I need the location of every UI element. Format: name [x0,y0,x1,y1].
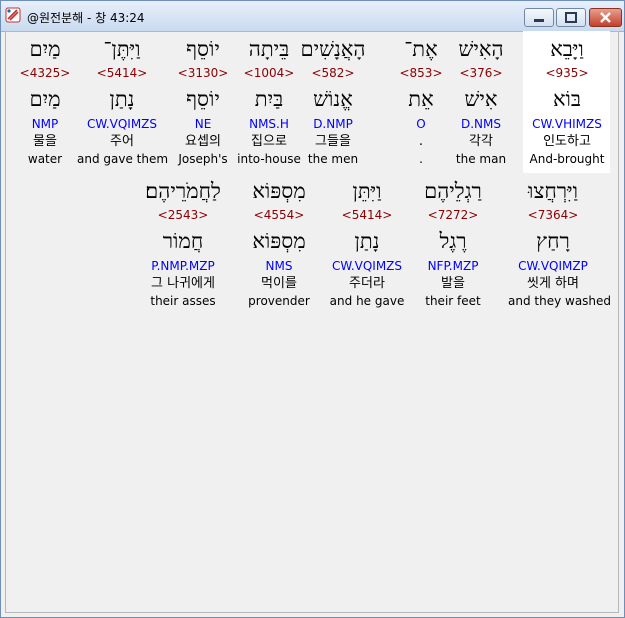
english-gloss: And-brought [529,152,605,166]
hebrew-word: רַגְלֵיהֶם [424,179,482,203]
app-icon [5,7,21,23]
root-word: רֶגֶל [439,229,467,253]
minimize-button[interactable] [524,8,554,27]
maximize-button[interactable] [556,8,586,27]
english-gloss: their feet [425,294,481,308]
root-word: חֲמוֹר [162,229,204,253]
morphology-code: O [416,117,426,131]
korean-gloss: 요셉의 [185,134,221,149]
root-word: נָתַן [354,229,380,253]
morphology-code: NMP [31,117,59,131]
root-word: מִסְפּוֹא [252,229,306,253]
root-word: אֵת [408,87,434,111]
close-button[interactable] [589,8,622,27]
word-cell[interactable]: וַיִּתֵּן <5414> נָתַן CW.VQIMZS 주더라 and he g… [322,175,412,309]
hebrew-word: וַיָּבֵא [550,37,584,61]
korean-gloss: 주어 [110,134,134,149]
korean-gloss: 주더라 [349,276,385,291]
word-cell[interactable]: וַיִּתֶּן־ <5414> נָתַן CW.VQIMZS 주어 and gave… [77,33,169,167]
root-word: נָתַן [109,87,135,111]
english-gloss: Joseph's [178,152,228,166]
morphology-code: CW.VQIMZS [86,117,158,131]
word-cell[interactable]: וַיִּרְחֲצוּ <7364> רָחַץ CW.VQIMZP 씻게 하며 and… [508,175,612,309]
hebrew-word: לַחֲמֹרֵיהֶם׃ [145,179,221,203]
korean-gloss: 발을 [441,276,465,291]
morphology-code: CW.VQIMZP [518,259,588,273]
window-title: @원전분해 - 창 43:24 [27,11,145,25]
hebrew-word: יוֹסֵף [186,37,220,61]
korean-gloss: 씻게 하며 [527,276,579,291]
root-word: בּוֹא [552,87,582,111]
english-gloss: water [27,152,63,166]
strong-number: <4325> [19,66,71,80]
english-gloss: . [419,152,423,166]
morphology-code: P.NMP.MZP [151,259,215,273]
strong-number: <935> [545,66,589,80]
korean-gloss: 그 나귀에게 [151,276,215,291]
strong-number: <5414> [341,208,393,222]
close-icon [600,12,611,23]
minimize-icon [534,19,544,22]
word-cell[interactable]: אֶת־ <853> אֵת O.. [376,33,466,167]
strong-number: <4554> [253,208,305,222]
strong-number: <3130> [177,66,229,80]
korean-gloss: . [418,134,424,149]
korean-gloss: 먹이를 [261,276,297,291]
morphology-code: CW.VHIMZS [532,117,602,131]
korean-gloss: 인도하고 [543,134,591,149]
root-word: מַיִם [29,87,61,111]
word-cell[interactable]: וַיָּבֵא <935> בּוֹא CW.VHIMZS 인도하고 And-broug… [522,33,612,167]
hebrew-word: מַיִם [29,37,61,61]
strong-number: <5414> [96,66,148,80]
strong-number: <7272> [427,208,479,222]
strong-number: <853> [399,66,443,80]
word-cell[interactable]: מִסְפּוֹא <4554> מִסְפּוֹא NMS 먹이를 provender [234,175,324,309]
strong-number: <7364> [527,208,579,222]
strong-number: <2543> [157,208,209,222]
hebrew-word: אֶת־ [404,37,438,61]
word-cell[interactable]: מַיִם <4325> מַיִם NMP 물을 water [0,33,90,167]
word-cell[interactable]: רַגְלֵיהֶם <7272> רֶגֶל NFP.MZP 발을 their feet [408,175,498,309]
title-bar[interactable]: @원전분해 - 창 43:24 [1,1,624,32]
morphology-code: NE [194,117,212,131]
maximize-icon [565,12,577,23]
english-gloss: and they washed [508,294,612,308]
morphology-code: NFP.MZP [427,259,479,273]
word-cell[interactable]: לַחֲמֹרֵיהֶם׃ <2543> חֲמוֹר P.NMP.MZP 그 나귀에게… [138,175,228,309]
hebrew-word: וַיִּתֵּן [352,179,382,203]
morphology-code: NMS [265,259,293,273]
hebrew-word: מִסְפּוֹא [252,179,306,203]
hebrew-word: וַיִּתֶּן־ [103,37,141,61]
root-word: רָחַץ [536,229,570,253]
english-gloss: and gave them [77,152,169,166]
morphology-code: CW.VQIMZS [331,259,403,273]
english-gloss: provender [248,294,310,308]
english-gloss: and he gave [329,294,405,308]
hebrew-word: וַיִּרְחֲצוּ [528,179,578,203]
word-cell[interactable]: יוֹסֵף <3130> יוֹסֵף NE 요셉의 Joseph's [158,33,248,167]
korean-gloss: 물을 [33,134,57,149]
english-gloss: their asses [150,294,216,308]
root-word: יוֹסֵף [186,87,220,111]
